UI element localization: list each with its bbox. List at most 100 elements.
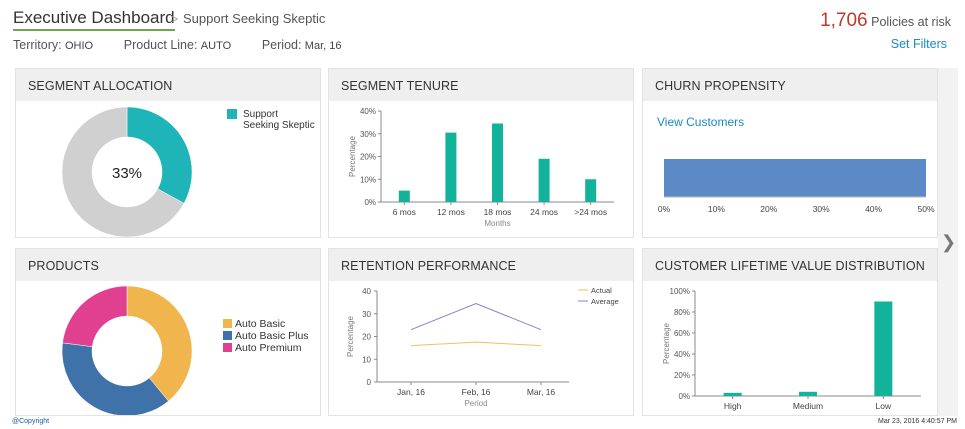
x-tick-label: 12 mos: [437, 207, 465, 217]
y-tick-label: 40%: [360, 107, 376, 116]
bar: [723, 392, 742, 396]
products-panel: PRODUCTS Auto Basic Auto Basic Plus Auto P…: [15, 248, 321, 417]
donut-center-label: 33%: [112, 165, 142, 182]
filter-summary: Territory: OHIO Product Line: AUTO Perio…: [13, 38, 341, 52]
bar: [445, 132, 457, 202]
y-tick-label: 20%: [674, 371, 690, 380]
y-tick-label: 40: [362, 287, 371, 296]
legend-label: Actual: [591, 286, 612, 295]
panel-title: SEGMENT TENURE: [329, 69, 633, 101]
bar: [538, 158, 550, 202]
y-tick-label: 100%: [670, 287, 690, 296]
series-line: [410, 341, 542, 347]
retention-performance-chart: 0 10 20 30 40 Jan, 16 Feb, 16 Mar, 16 Actual Aver…: [346, 286, 619, 408]
y-axis-label: Percentage: [346, 315, 355, 356]
donut-slice: [126, 285, 193, 402]
panel-title: SEGMENT ALLOCATION: [16, 69, 320, 101]
legend-swatch: [227, 109, 237, 119]
churn-propensity-chart: 0% 10% 20% 30% 40% 50%: [658, 159, 935, 214]
y-axis-label: Percentage: [662, 322, 671, 363]
clv-distribution-panel: CUSTOMER LIFETIME VALUE DISTRIBUTION 0% 2…: [642, 248, 938, 416]
period-value: Mar, 16: [304, 40, 342, 52]
legend-label: Auto Basic Plus: [235, 330, 309, 342]
donut-slice: [126, 106, 193, 204]
bar: [874, 301, 893, 396]
copyright: @Copyright: [12, 418, 50, 425]
product-line-label: Product Line:: [123, 38, 198, 52]
breadcrumb-segment[interactable]: Support Seeking Skeptic: [183, 11, 325, 26]
panel-title: CHURN PROPENSITY: [643, 69, 937, 101]
segment-tenure-panel: SEGMENT TENURE 0% 10% 20% 30% 40% 6 mos 12 mos…: [328, 68, 634, 238]
x-tick-label: 50%: [917, 204, 934, 214]
x-tick-label: Low: [876, 401, 892, 411]
header: Executive Dashboard > Support Seeking Sk…: [0, 0, 965, 62]
panel-title: CUSTOMER LIFETIME VALUE DISTRIBUTION: [643, 249, 937, 281]
legend-label: Average: [591, 297, 619, 306]
x-tick-label: Medium: [793, 401, 823, 411]
territory-value: OHIO: [64, 40, 94, 52]
retention-performance-panel: RETENTION PERFORMANCE 0 10 20 30 40 Jan, 16 Fe…: [328, 248, 634, 416]
x-tick-label: 24 mos: [530, 207, 558, 217]
product-line-value: AUTO: [200, 40, 232, 52]
legend-swatch: [223, 319, 232, 328]
chevron-right-icon[interactable]: ❯: [941, 232, 956, 253]
y-tick-label: 30%: [360, 130, 376, 139]
x-tick-label: 30%: [813, 204, 830, 214]
y-tick-label: 0: [367, 378, 372, 387]
page-title: Executive Dashboard: [13, 8, 175, 31]
legend-swatch: [223, 343, 232, 352]
risk-label: Policies at risk: [871, 15, 951, 29]
panel-title: PRODUCTS: [16, 249, 320, 281]
y-tick-label: 0%: [678, 392, 690, 401]
bar: [585, 179, 597, 202]
x-tick-label: 0%: [658, 204, 671, 214]
set-filters-link[interactable]: Set Filters: [891, 37, 947, 51]
donut-slice: [62, 285, 128, 347]
segment-allocation-panel: SEGMENT ALLOCATION 33% Support Seeking S…: [15, 68, 321, 238]
bar: [492, 123, 503, 202]
x-axis-label: Period: [464, 399, 487, 408]
bar: [799, 391, 817, 396]
y-axis-label: Percentage: [348, 135, 357, 176]
y-tick-label: 40%: [674, 350, 690, 359]
clv-distribution-chart: 0% 20% 40% 60% 80% 100% High Medium Low Percentag…: [662, 287, 921, 411]
x-axis-label: Months: [484, 219, 510, 228]
legend-swatch: [223, 331, 232, 340]
x-tick-label: 40%: [865, 204, 882, 214]
series-line: [410, 302, 542, 331]
bar: [398, 190, 410, 202]
segment-allocation-chart: 33% Support Seeking Skeptic: [61, 106, 315, 238]
x-tick-label: >24 mos: [574, 207, 607, 217]
legend-label: Support: [243, 109, 278, 120]
risk-count: 1,706: [820, 10, 868, 31]
x-tick-label: 20%: [760, 204, 777, 214]
x-tick-label: Jan, 16: [397, 387, 425, 397]
x-tick-label: High: [724, 401, 742, 411]
y-tick-label: 20%: [360, 153, 376, 162]
products-chart: Auto BasicAuto Basic PlusAuto Premium: [61, 285, 309, 417]
y-tick-label: 60%: [674, 329, 690, 338]
churn-propensity-panel: CHURN PROPENSITY View Customers 0% 10% 20%…: [642, 68, 938, 238]
y-tick-label: 0%: [364, 198, 376, 207]
legend-label: Auto Premium: [235, 342, 302, 354]
footer-timestamp: Mar 23, 2016 4:40:57 PM: [878, 418, 957, 425]
period-label: Period:: [261, 38, 302, 52]
x-tick-label: 18 mos: [484, 207, 512, 217]
x-tick-label: 6 mos: [393, 207, 416, 217]
panel-title: RETENTION PERFORMANCE: [329, 249, 633, 281]
y-tick-label: 10: [362, 355, 371, 364]
x-tick-label: Feb, 16: [462, 387, 491, 397]
breadcrumb-separator: >: [171, 12, 179, 26]
bar: [664, 159, 926, 197]
segment-tenure-chart: 0% 10% 20% 30% 40% 6 mos 12 mos 18 mos 24 mos >24…: [348, 107, 614, 228]
y-tick-label: 80%: [674, 308, 690, 317]
y-tick-label: 10%: [360, 175, 376, 184]
y-tick-label: 20: [362, 333, 371, 342]
policies-at-risk: 1,706 Policies at risk: [820, 10, 951, 32]
territory-label: Territory:: [13, 38, 62, 52]
x-tick-label: 10%: [708, 204, 725, 214]
legend-label: Seeking Skeptic: [243, 120, 315, 131]
legend-label: Auto Basic: [235, 318, 285, 330]
y-tick-label: 30: [362, 310, 371, 319]
x-tick-label: Mar, 16: [527, 387, 556, 397]
